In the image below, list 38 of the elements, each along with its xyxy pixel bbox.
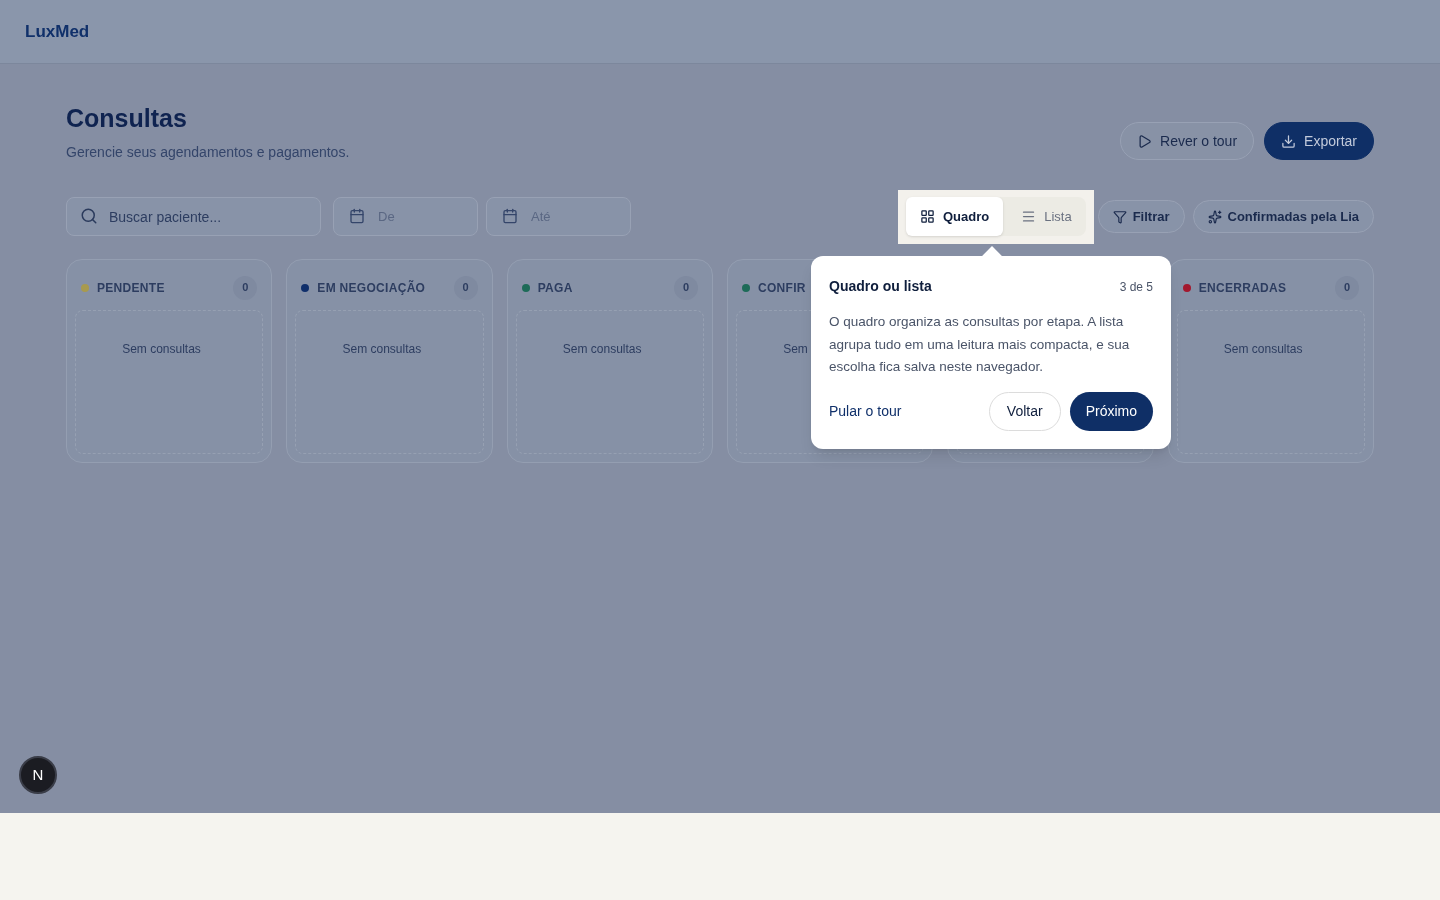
play-icon (1137, 133, 1153, 149)
column-title: CONFIR (758, 279, 806, 297)
sparkle-icon (1207, 209, 1222, 224)
count-badge: 0 (674, 275, 698, 300)
count-badge: 0 (233, 275, 258, 300)
next-button[interactable]: Próximo (1069, 391, 1153, 431)
calendar-icon (349, 208, 365, 224)
empty-message: Sem consultas (122, 341, 201, 356)
tour-title: Quadro ou lista (829, 277, 932, 296)
funnel-icon (1112, 209, 1127, 224)
tour-description: O quadro organiza as consultas por etapa. A lista agrupa tudo em uma leitura mais compacta, e sua escolha fica salva neste navegador. (829, 313, 1131, 376)
list-icon (1021, 209, 1037, 224)
filter-button[interactable]: Filtrar (1097, 200, 1185, 233)
grid-icon (919, 209, 935, 224)
search-field[interactable]: Buscar paciente... (66, 197, 321, 236)
empty-message: Sem consultas (562, 341, 642, 356)
skip-tour-link[interactable]: Pular o tour (829, 400, 902, 422)
filter-button[interactable]: Confirmadas pela Lia (1192, 200, 1374, 233)
view-tab[interactable]: Quadro (905, 197, 1004, 236)
column-title: PAGA (537, 279, 573, 297)
calendar-icon (502, 208, 518, 224)
export-button[interactable]: Exportar (1264, 122, 1374, 160)
download-icon (1281, 133, 1297, 149)
tour-step: 3 de 5 (1119, 277, 1153, 296)
empty-message: Sem (783, 341, 808, 356)
brand-logo[interactable]: LuxMed (25, 18, 90, 45)
empty-message: Sem consultas (1223, 341, 1303, 356)
count-badge: 0 (1335, 275, 1359, 300)
view-tab[interactable]: Lista (1007, 197, 1086, 236)
tour-button[interactable]: Rever o tour (1120, 122, 1255, 160)
count-badge: 0 (453, 275, 478, 300)
search-icon (80, 207, 98, 225)
column-title: EM NEGOCIAÇÃO (317, 279, 426, 297)
column-title: PENDENTE (97, 279, 165, 297)
column-title: ENCERRADAS (1198, 279, 1287, 297)
page-subtitle: Gerencie seus agendamentos e pagamentos. (66, 142, 350, 162)
empty-message: Sem consultas (342, 341, 422, 356)
page-title: Consultas (66, 103, 188, 134)
